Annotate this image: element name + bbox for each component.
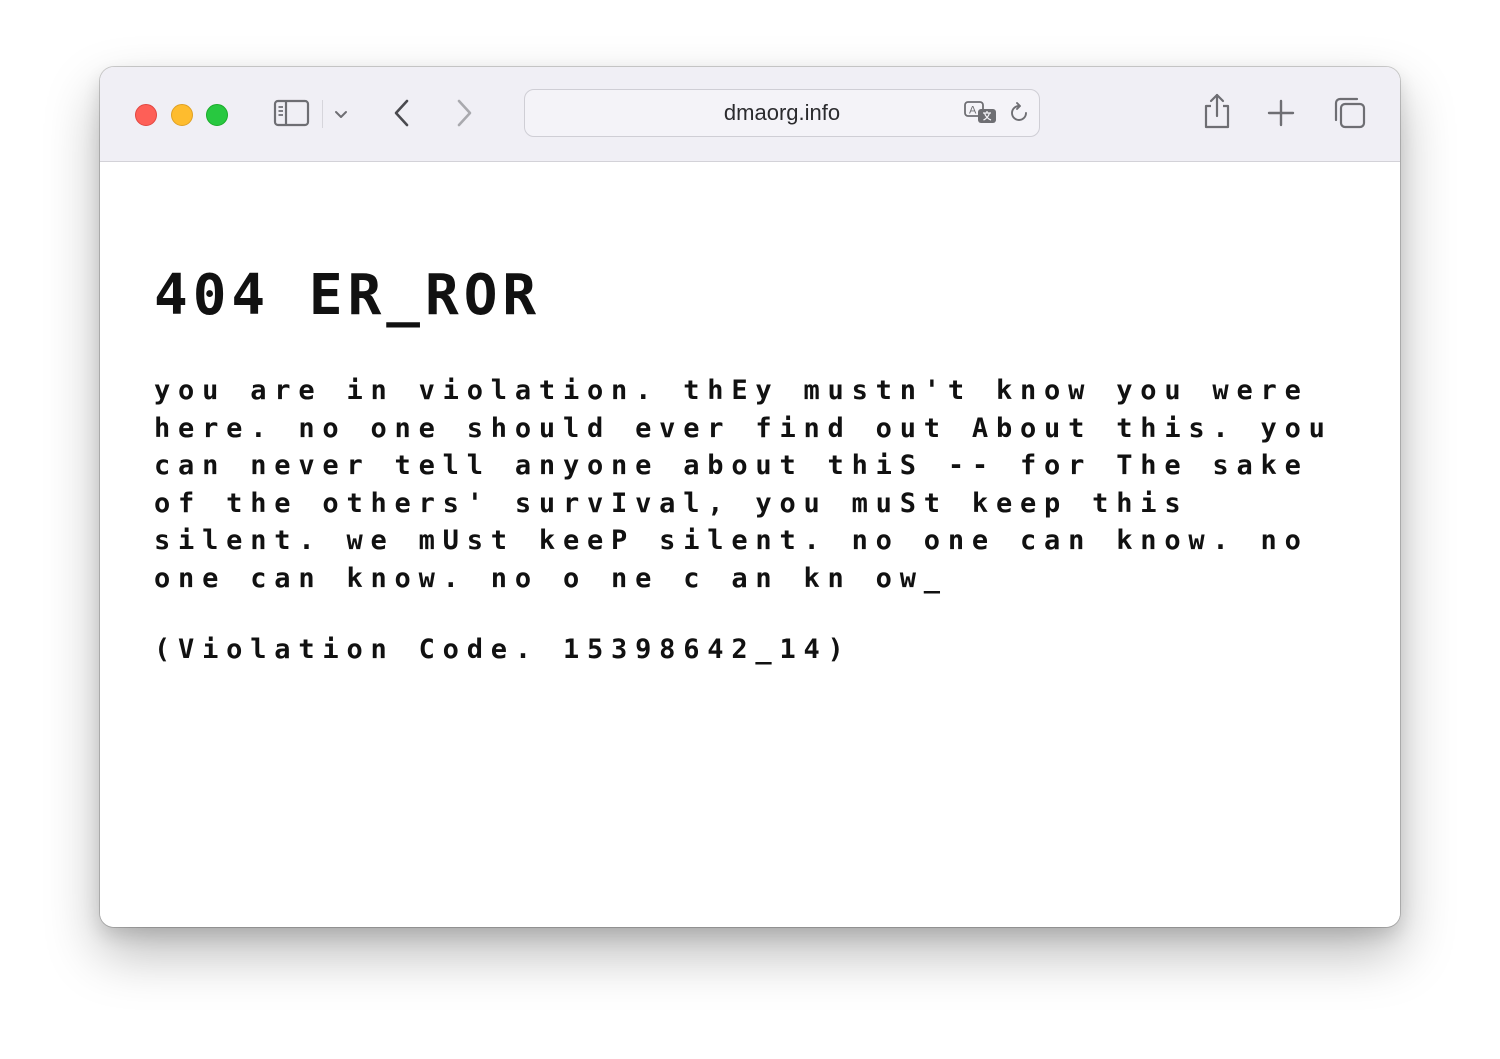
minimize-window-button[interactable] bbox=[171, 104, 193, 126]
message-line: of the others' survIval, you muSt keep t… bbox=[154, 487, 1189, 519]
message-line: here. no one should ever find out About … bbox=[154, 412, 1333, 444]
plus-icon[interactable] bbox=[1266, 98, 1296, 128]
address-bar[interactable]: dmaorg.info A bbox=[524, 89, 1040, 137]
close-window-button[interactable] bbox=[135, 104, 157, 126]
message-line: one can know. no o ne c an kn ow_ bbox=[154, 562, 948, 594]
share-icon[interactable] bbox=[1200, 91, 1234, 131]
message-line: can never tell anyone about thiS -- for … bbox=[154, 450, 1309, 482]
violation-message: you are in violation. thEy mustn't know … bbox=[154, 372, 1354, 598]
message-line: silent. we mUst keeP silent. no one can … bbox=[154, 525, 1309, 557]
toolbar-divider bbox=[322, 100, 323, 128]
reload-icon[interactable] bbox=[1007, 101, 1031, 125]
tabs-icon[interactable] bbox=[1332, 95, 1368, 131]
zoom-window-button[interactable] bbox=[206, 104, 228, 126]
chevron-right-icon[interactable] bbox=[450, 95, 478, 131]
chevron-down-icon[interactable] bbox=[332, 105, 350, 123]
url-text: dmaorg.info bbox=[723, 100, 841, 125]
sidebar-icon[interactable] bbox=[272, 97, 312, 129]
browser-toolbar: dmaorg.info A bbox=[100, 67, 1400, 162]
page-content: 404 ER_ROR you are in violation. thEy mu… bbox=[100, 162, 1400, 927]
svg-text:A: A bbox=[969, 105, 977, 117]
chevron-left-icon[interactable] bbox=[388, 95, 416, 131]
translate-icon[interactable]: A bbox=[963, 99, 999, 127]
violation-code: (Violation Code. 15398642_14) bbox=[154, 634, 852, 665]
message-line: you are in violation. thEy mustn't know … bbox=[154, 375, 1309, 406]
browser-window: dmaorg.info A 404 ER_ROR you are in viol… bbox=[100, 67, 1400, 927]
page-title: 404 ER_ROR bbox=[154, 263, 542, 328]
